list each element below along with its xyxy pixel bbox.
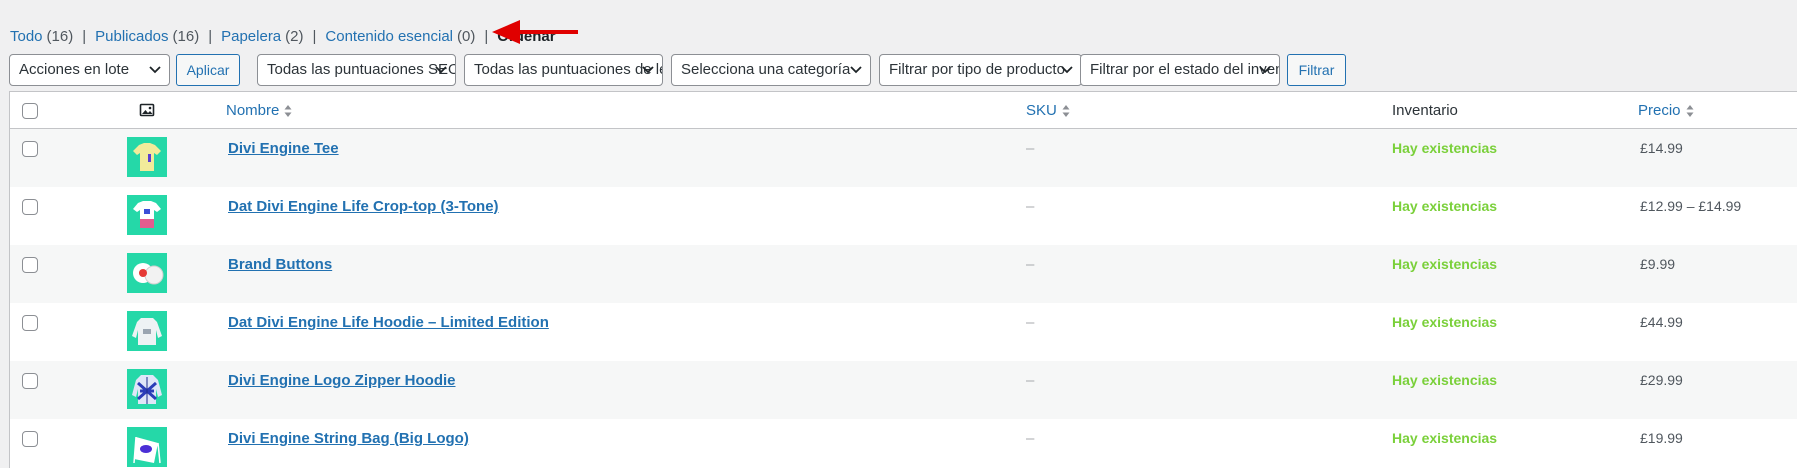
zipper-hoodie-icon[interactable] <box>127 369 167 409</box>
separator: | <box>312 28 317 45</box>
column-sku-label: SKU <box>1026 102 1057 119</box>
view-published-link[interactable]: Publicados <box>95 28 168 45</box>
view-cornerstone-count: (0) <box>457 28 476 45</box>
tshirt-icon[interactable] <box>127 137 167 177</box>
bulk-actions-label: Acciones en lote <box>19 61 130 78</box>
product-type-select[interactable]: Filtrar por tipo de producto <box>879 54 1082 86</box>
table-row: Dat Divi Engine Life Crop-top (3-Tone) –… <box>10 187 1797 245</box>
category-select[interactable]: Selecciona una categoría <box>671 54 871 86</box>
product-stock-status: Hay existencias <box>1392 198 1498 214</box>
product-stock-status: Hay existencias <box>1392 140 1498 156</box>
product-type-label: Filtrar por tipo de producto <box>889 61 1065 78</box>
table-row: Dat Divi Engine Life Hoodie – Limited Ed… <box>10 303 1797 361</box>
bulk-actions-select[interactable]: Acciones en lote <box>9 54 170 86</box>
row-checkbox[interactable] <box>22 373 38 389</box>
seo-score-label: Todas las puntuaciones SEO <box>267 61 456 78</box>
separator: | <box>82 28 87 45</box>
product-stock-status: Hay existencias <box>1392 430 1498 446</box>
product-sku: – <box>1026 140 1035 157</box>
column-price-header[interactable]: Precio <box>1638 92 1694 129</box>
product-name-link[interactable]: Dat Divi Engine Life Hoodie – Limited Ed… <box>228 314 549 331</box>
product-sku: – <box>1026 314 1035 331</box>
separator: | <box>208 28 213 45</box>
table-header: Nombre SKU Inventario Precio <box>10 92 1797 129</box>
product-sku: – <box>1026 430 1035 447</box>
category-label: Selecciona una categoría <box>681 61 851 78</box>
table-row: Divi Engine Tee – Hay existencias £14.99 <box>10 129 1797 187</box>
chevron-down-icon <box>1259 55 1271 85</box>
column-sku-header[interactable]: SKU <box>1026 92 1070 129</box>
product-name-link[interactable]: Dat Divi Engine Life Crop-top (3-Tone) <box>228 198 499 215</box>
image-column-icon <box>139 102 155 122</box>
string-bag-icon[interactable] <box>127 427 167 467</box>
row-checkbox[interactable] <box>22 199 38 215</box>
product-sku: – <box>1026 256 1035 273</box>
row-checkbox[interactable] <box>22 315 38 331</box>
apply-button[interactable]: Aplicar <box>176 54 240 86</box>
view-all-count: (16) <box>46 28 74 45</box>
table-row: Brand Buttons – Hay existencias £9.99 <box>10 245 1797 303</box>
product-price: £29.99 <box>1640 372 1683 388</box>
table-row: Divi Engine String Bag (Big Logo) – Hay … <box>10 419 1797 468</box>
row-checkbox[interactable] <box>22 257 38 273</box>
chevron-down-icon <box>850 55 862 85</box>
chevron-down-icon <box>1061 55 1073 85</box>
product-stock-status: Hay existencias <box>1392 256 1498 272</box>
buttons-icon[interactable] <box>127 253 167 293</box>
stock-status-label: Filtrar por el estado del inventario <box>1090 61 1280 78</box>
chevron-down-icon <box>642 55 654 85</box>
chevron-down-icon <box>149 55 161 85</box>
product-name-link[interactable]: Divi Engine Tee <box>228 140 339 157</box>
product-name-link[interactable]: Divi Engine String Bag (Big Logo) <box>228 430 469 447</box>
column-price-label: Precio <box>1638 102 1681 119</box>
view-trash-count: (2) <box>285 28 304 45</box>
sort-icon <box>284 105 292 118</box>
filter-button[interactable]: Filtrar <box>1287 54 1346 86</box>
product-stock-status: Hay existencias <box>1392 372 1498 388</box>
column-stock-header: Inventario <box>1392 102 1458 119</box>
separator: | <box>484 28 489 45</box>
annotation-arrow-icon <box>492 20 578 44</box>
product-price: £14.99 <box>1640 140 1683 156</box>
select-all-checkbox[interactable] <box>22 103 38 119</box>
croptop-icon[interactable] <box>127 195 167 235</box>
readability-score-select[interactable]: Todas las puntuaciones de legibilidad <box>464 54 663 86</box>
product-price: £12.99 – £14.99 <box>1640 198 1742 214</box>
view-trash-link[interactable]: Papelera <box>221 28 281 45</box>
product-price: £9.99 <box>1640 256 1676 272</box>
product-sku: – <box>1026 372 1035 389</box>
sort-icon <box>1686 105 1694 118</box>
product-name-link[interactable]: Brand Buttons <box>228 256 332 273</box>
product-stock-status: Hay existencias <box>1392 314 1498 330</box>
view-cornerstone-link[interactable]: Contenido esencial <box>325 28 453 45</box>
view-all-link[interactable]: Todo <box>10 28 43 45</box>
product-price: £19.99 <box>1640 430 1683 446</box>
table-row: Divi Engine Logo Zipper Hoodie – Hay exi… <box>10 361 1797 419</box>
product-name-link[interactable]: Divi Engine Logo Zipper Hoodie <box>228 372 456 389</box>
column-name-header[interactable]: Nombre <box>226 92 292 129</box>
row-checkbox[interactable] <box>22 141 38 157</box>
readability-score-label: Todas las puntuaciones de legibilidad <box>474 61 662 78</box>
chevron-down-icon <box>435 55 447 85</box>
sort-icon <box>1062 105 1070 118</box>
stock-status-select[interactable]: Filtrar por el estado del inventario <box>1080 54 1280 86</box>
views-nav: Todo (16) | Publicados (16) | Papelera (… <box>10 28 556 45</box>
product-price: £44.99 <box>1640 314 1683 330</box>
product-sku: – <box>1026 198 1035 215</box>
row-checkbox[interactable] <box>22 431 38 447</box>
column-name-label: Nombre <box>226 102 280 119</box>
seo-score-select[interactable]: Todas las puntuaciones SEO <box>257 54 456 86</box>
products-table: Nombre SKU Inventario Precio Divi Engine… <box>9 91 1797 468</box>
view-published-count: (16) <box>172 28 200 45</box>
hoodie-icon[interactable] <box>127 311 167 351</box>
